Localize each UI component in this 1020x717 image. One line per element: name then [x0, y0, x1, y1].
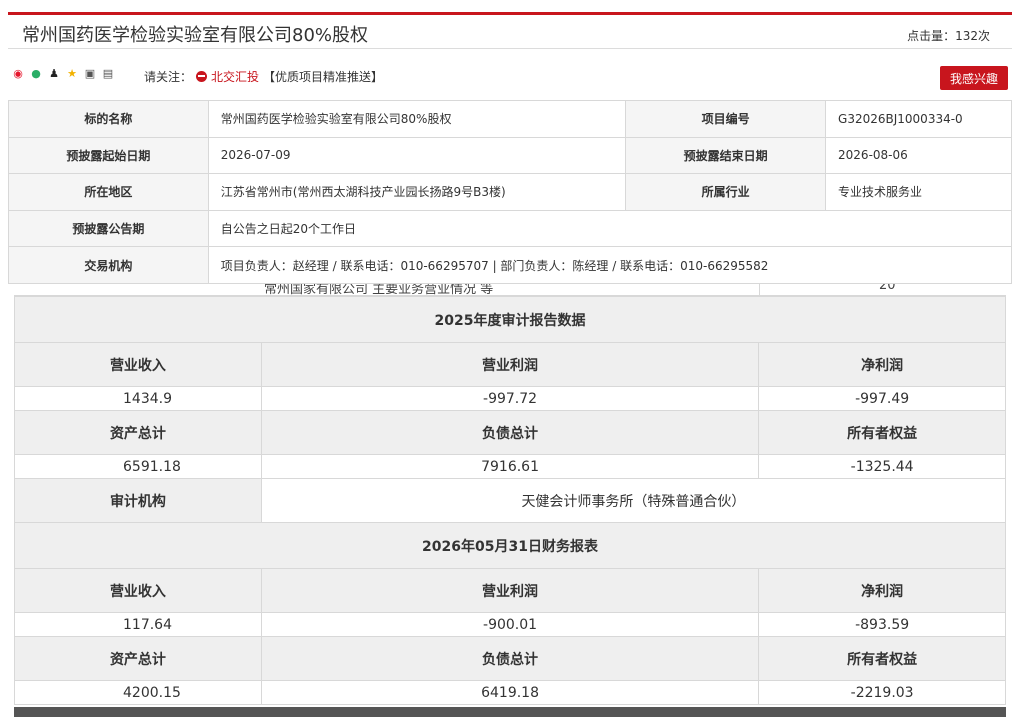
period-label: 预披露公告期 — [8, 209, 209, 248]
share-row: ◉ ● ♟ ★ ▣ ▤ 请关注： 北交汇投 【优质项目精准推送】 我感兴趣 — [8, 62, 1012, 90]
wechat-icon[interactable]: ● — [30, 68, 42, 80]
table-row: 117.64 -900.01 -893.59 — [14, 612, 1006, 637]
weibo-icon[interactable]: ◉ — [12, 68, 24, 80]
column-header: 资产总计 — [14, 636, 262, 681]
start-date-value: 2026-07-09 — [207, 136, 627, 175]
clipped-row-divider — [759, 284, 760, 295]
end-date-value: 2026-08-06 — [825, 136, 1012, 175]
info-table: 标的名称 常州国药医学检验实验室有限公司80%股权 项目编号 G32026BJ1… — [8, 100, 1013, 284]
clipped-row: 常州国家有限公司 主要业务营业情况 等 20 — [14, 284, 1006, 296]
industry-label: 所属行业 — [625, 173, 827, 211]
period-value: 自公告之日起20个工作日 — [207, 209, 1013, 248]
auditor-value: 天健会计师事务所（特殊普通合伙） — [260, 478, 1007, 523]
star-icon[interactable]: ★ — [66, 68, 78, 80]
column-header: 负债总计 — [260, 410, 760, 455]
table-cell: -900.01 — [260, 612, 760, 637]
report-2026-title: 2026年05月31日财务报表 — [14, 522, 1006, 569]
table-cell: -2219.03 — [758, 680, 1006, 705]
table-cell: -893.59 — [758, 612, 1006, 637]
follow-note: 【优质项目精准推送】 — [263, 70, 384, 84]
table-row: 6591.18 7916.61 -1325.44 — [14, 454, 1006, 479]
column-header: 营业利润 — [260, 342, 760, 387]
follow-area: 请关注： 北交汇投 【优质项目精准推送】 — [144, 68, 383, 85]
table-row: 资产总计 负债总计 所有者权益 — [14, 636, 1006, 681]
follow-link[interactable]: 北交汇投 — [211, 68, 259, 85]
table-row: 营业收入 营业利润 净利润 — [14, 568, 1006, 613]
table-cell: -997.72 — [260, 386, 760, 411]
audit-2025-title: 2025年度审计报告数据 — [14, 296, 1006, 343]
table-cell: 6591.18 — [14, 454, 262, 479]
project-code-value: G32026BJ1000334-0 — [825, 100, 1012, 138]
title-row: 常州国药医学检验实验室有限公司80%股权 点击量：132次 — [8, 15, 1012, 49]
region-label: 所在地区 — [8, 173, 209, 211]
column-header: 所有者权益 — [758, 636, 1006, 681]
table-cell: 117.64 — [14, 612, 262, 637]
column-header: 负债总计 — [260, 636, 760, 681]
column-header: 营业收入 — [14, 342, 262, 387]
agency-value: 项目负责人：赵经理 / 联系电话：010-66295707 | 部门负责人：陈经… — [207, 246, 1013, 284]
column-header: 所有者权益 — [758, 410, 1006, 455]
table-row: 预披露公告期 自公告之日起20个工作日 — [8, 209, 1013, 248]
column-header: 营业利润 — [260, 568, 760, 613]
table-row: 营业收入 营业利润 净利润 — [14, 342, 1006, 387]
clipped-row-right: 20 — [879, 284, 896, 293]
table-row: 审计机构 天健会计师事务所（特殊普通合伙） — [14, 478, 1007, 523]
region-value: 江苏省常州市(常州西太湖科技产业园长扬路9号B3楼) — [207, 173, 627, 211]
table-row: 所在地区 江苏省常州市(常州西太湖科技产业园长扬路9号B3楼) 所属行业 专业技… — [8, 173, 1012, 211]
table-cell: -997.49 — [758, 386, 1006, 411]
industry-value: 专业技术服务业 — [825, 173, 1012, 211]
table-row: 1434.9 -997.72 -997.49 — [14, 386, 1006, 411]
table-row: 交易机构 项目负责人：赵经理 / 联系电话：010-66295707 | 部门负… — [8, 246, 1013, 284]
column-header: 营业收入 — [14, 568, 262, 613]
print-icon[interactable]: ▤ — [102, 68, 114, 80]
target-name-value: 常州国药医学检验实验室有限公司80%股权 — [207, 100, 627, 138]
click-label: 点击量： — [907, 29, 956, 43]
edit-icon[interactable]: ▣ — [84, 68, 96, 80]
table-row: 标的名称 常州国药医学检验实验室有限公司80%股权 项目编号 G32026BJ1… — [8, 100, 1012, 138]
page-title: 常州国药医学检验实验室有限公司80%股权 — [22, 25, 369, 46]
column-header: 资产总计 — [14, 410, 262, 455]
table-row: 2025年度审计报告数据 — [14, 296, 1006, 343]
interest-button[interactable]: 我感兴趣 — [940, 66, 1008, 90]
start-date-label: 预披露起始日期 — [8, 136, 209, 175]
table-cell: 1434.9 — [14, 386, 262, 411]
table-cell: 4200.15 — [14, 680, 262, 705]
click-count: 点击量：132次 — [907, 27, 990, 44]
table-cell: -1325.44 — [758, 454, 1006, 479]
page: 常州国药医学检验实验室有限公司80%股权 点击量：132次 ◉ ● ♟ ★ ▣ … — [0, 0, 1020, 717]
table-row: 4200.15 6419.18 -2219.03 — [14, 680, 1006, 705]
bottom-bar — [14, 707, 1006, 717]
table-row: 资产总计 负债总计 所有者权益 — [14, 410, 1006, 455]
table-row: 预披露起始日期 2026-07-09 预披露结束日期 2026-08-06 — [8, 136, 1012, 175]
click-value: 132次 — [955, 29, 990, 43]
end-date-label: 预披露结束日期 — [625, 136, 827, 175]
table-cell: 6419.18 — [260, 680, 760, 705]
financial-table: 2025年度审计报告数据 营业收入 营业利润 净利润 1434.9 -997.7… — [14, 296, 1007, 705]
beijiao-logo-icon — [196, 71, 208, 82]
project-code-label: 项目编号 — [625, 100, 827, 138]
follow-label: 请关注： — [144, 70, 193, 84]
clipped-row-left: 常州国家有限公司 主要业务营业情况 等 — [264, 284, 494, 296]
share-icons: ◉ ● ♟ ★ ▣ ▤ — [12, 68, 114, 80]
auditor-label: 审计机构 — [14, 478, 262, 523]
table-cell: 7916.61 — [260, 454, 760, 479]
column-header: 净利润 — [758, 342, 1006, 387]
qq-icon[interactable]: ♟ — [48, 68, 60, 80]
column-header: 净利润 — [758, 568, 1006, 613]
table-row: 2026年05月31日财务报表 — [14, 522, 1006, 569]
agency-label: 交易机构 — [8, 246, 209, 284]
target-name-label: 标的名称 — [8, 100, 209, 138]
